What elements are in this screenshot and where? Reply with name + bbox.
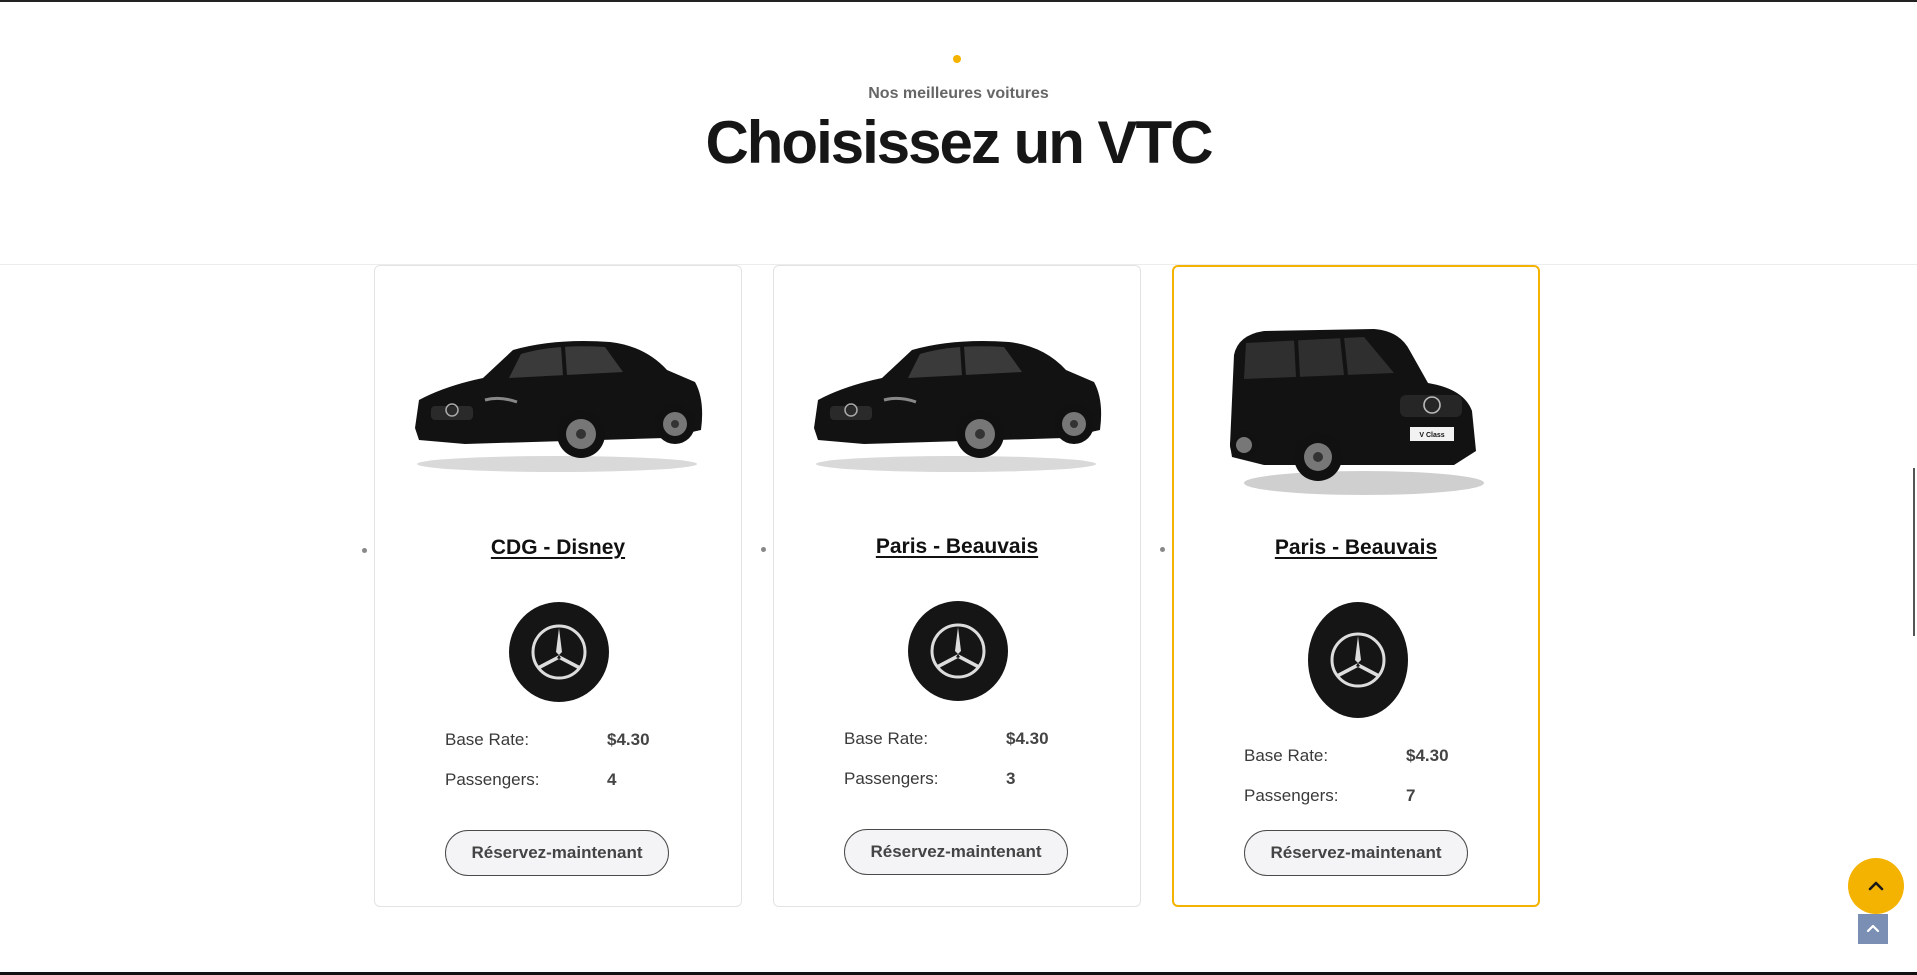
passengers-row: Passengers: 7: [1244, 786, 1504, 808]
base-rate-row: Base Rate: $4.30: [844, 729, 1104, 751]
mercedes-logo-icon: [1308, 602, 1408, 718]
car-card: Paris - Beauvais Base Rate: $4.30 Passen…: [773, 265, 1141, 907]
arrow-up-icon: [1866, 924, 1880, 933]
passengers-value: 4: [607, 770, 617, 789]
base-rate-row: Base Rate: $4.30: [1244, 746, 1504, 768]
book-now-button[interactable]: Réservez-maintenant: [844, 829, 1068, 875]
plate-text: V Class: [1419, 432, 1444, 439]
book-now-button[interactable]: Réservez-maintenant: [1244, 830, 1468, 876]
base-rate-value: $4.30: [607, 730, 650, 749]
passengers-row: Passengers: 3: [844, 769, 1104, 791]
base-rate-row: Base Rate: $4.30: [445, 730, 705, 752]
passengers-value: 7: [1406, 786, 1416, 805]
back-to-top-button[interactable]: [1858, 914, 1888, 944]
route-title[interactable]: CDG - Disney: [375, 536, 741, 560]
base-rate-label: Base Rate:: [844, 729, 929, 748]
passengers-row: Passengers: 4: [445, 770, 705, 792]
base-rate-value: $4.30: [1406, 746, 1449, 765]
slider-bullet: [761, 547, 766, 552]
route-title[interactable]: Paris - Beauvais: [1174, 536, 1538, 560]
top-border: [0, 0, 1917, 2]
passengers-label: Passengers:: [844, 769, 939, 788]
chevron-up-icon: [1868, 881, 1884, 891]
sedan-image: [415, 341, 703, 472]
accent-dot: [953, 55, 961, 63]
slider-bullet: [362, 548, 367, 553]
base-rate-value: $4.30: [1006, 729, 1049, 748]
mercedes-logo-icon: [908, 601, 1008, 701]
slider-bullet: [1160, 547, 1165, 552]
route-title[interactable]: Paris - Beauvais: [774, 535, 1140, 559]
mercedes-logo-icon: [509, 602, 609, 702]
passengers-label: Passengers:: [1244, 786, 1339, 805]
book-now-button[interactable]: Réservez-maintenant: [445, 830, 669, 876]
car-card: CDG - Disney Base Rate: $4.30 Passengers…: [374, 265, 742, 907]
page-scrollbar[interactable]: [1913, 468, 1915, 636]
scroll-to-top-button[interactable]: [1848, 858, 1904, 914]
section-eyebrow: Nos meilleures voitures: [868, 85, 1049, 102]
car-card-active: V Class Paris - Beauvais Base Rate: $4.3…: [1172, 265, 1540, 907]
base-rate-label: Base Rate:: [445, 730, 530, 749]
passengers-label: Passengers:: [445, 770, 540, 789]
passengers-value: 3: [1006, 769, 1016, 788]
van-image: V Class: [1230, 329, 1484, 495]
section-title: Choisissez un VTC: [705, 109, 1213, 176]
sedan-image: [814, 341, 1102, 472]
base-rate-label: Base Rate:: [1244, 746, 1329, 765]
